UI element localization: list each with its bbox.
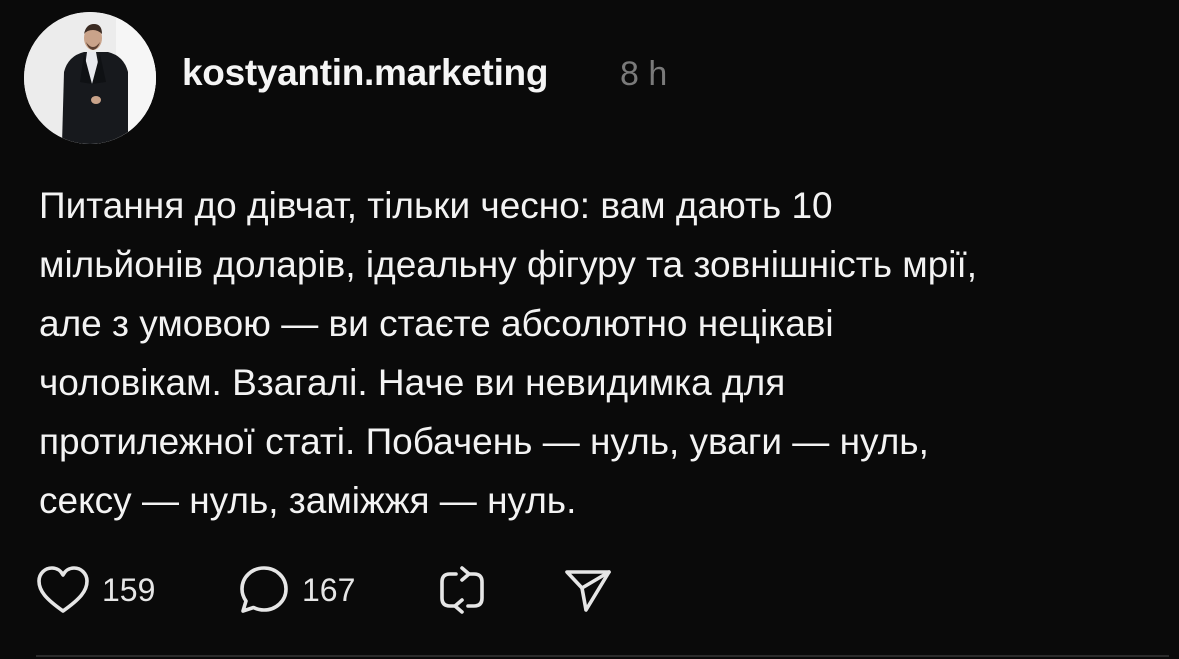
post-text-line: сексу — нуль, заміжжя — нуль.: [39, 480, 577, 521]
like-count: 159: [102, 571, 156, 608]
post-text-line: протилежної статі. Побачень — нуль, уваг…: [39, 421, 929, 462]
post-text-line: чоловікам. Взагалі. Наче ви невидимка дл…: [39, 362, 786, 403]
username[interactable]: kostyantin.marketing: [182, 52, 548, 94]
post-divider: [36, 655, 1169, 657]
post-text-line: мільйонів доларів, ідеальну фігуру та зо…: [39, 244, 978, 285]
repost-button[interactable]: [436, 560, 488, 620]
like-button[interactable]: 159: [36, 560, 155, 620]
post-text-line: Питання до дівчат, тільки чесно: вам даю…: [39, 185, 833, 226]
repost-icon: [436, 564, 488, 616]
comment-count: 167: [302, 571, 356, 608]
comment-bubble-icon: [238, 564, 290, 616]
send-icon: [562, 564, 614, 616]
share-button[interactable]: [562, 560, 614, 620]
thread-post: kostyantin.marketing 8 h Питання до дівч…: [0, 0, 1179, 659]
timestamp: 8 h: [620, 55, 668, 93]
avatar[interactable]: [24, 12, 156, 144]
avatar-photo: [24, 12, 156, 144]
post-body: Питання до дівчат, тільки чесно: вам даю…: [39, 176, 1159, 530]
comment-button[interactable]: 167: [238, 560, 355, 620]
post-text-line: але з умовою — ви стаєте абсолютно нецік…: [39, 303, 834, 344]
heart-icon: [36, 565, 90, 615]
